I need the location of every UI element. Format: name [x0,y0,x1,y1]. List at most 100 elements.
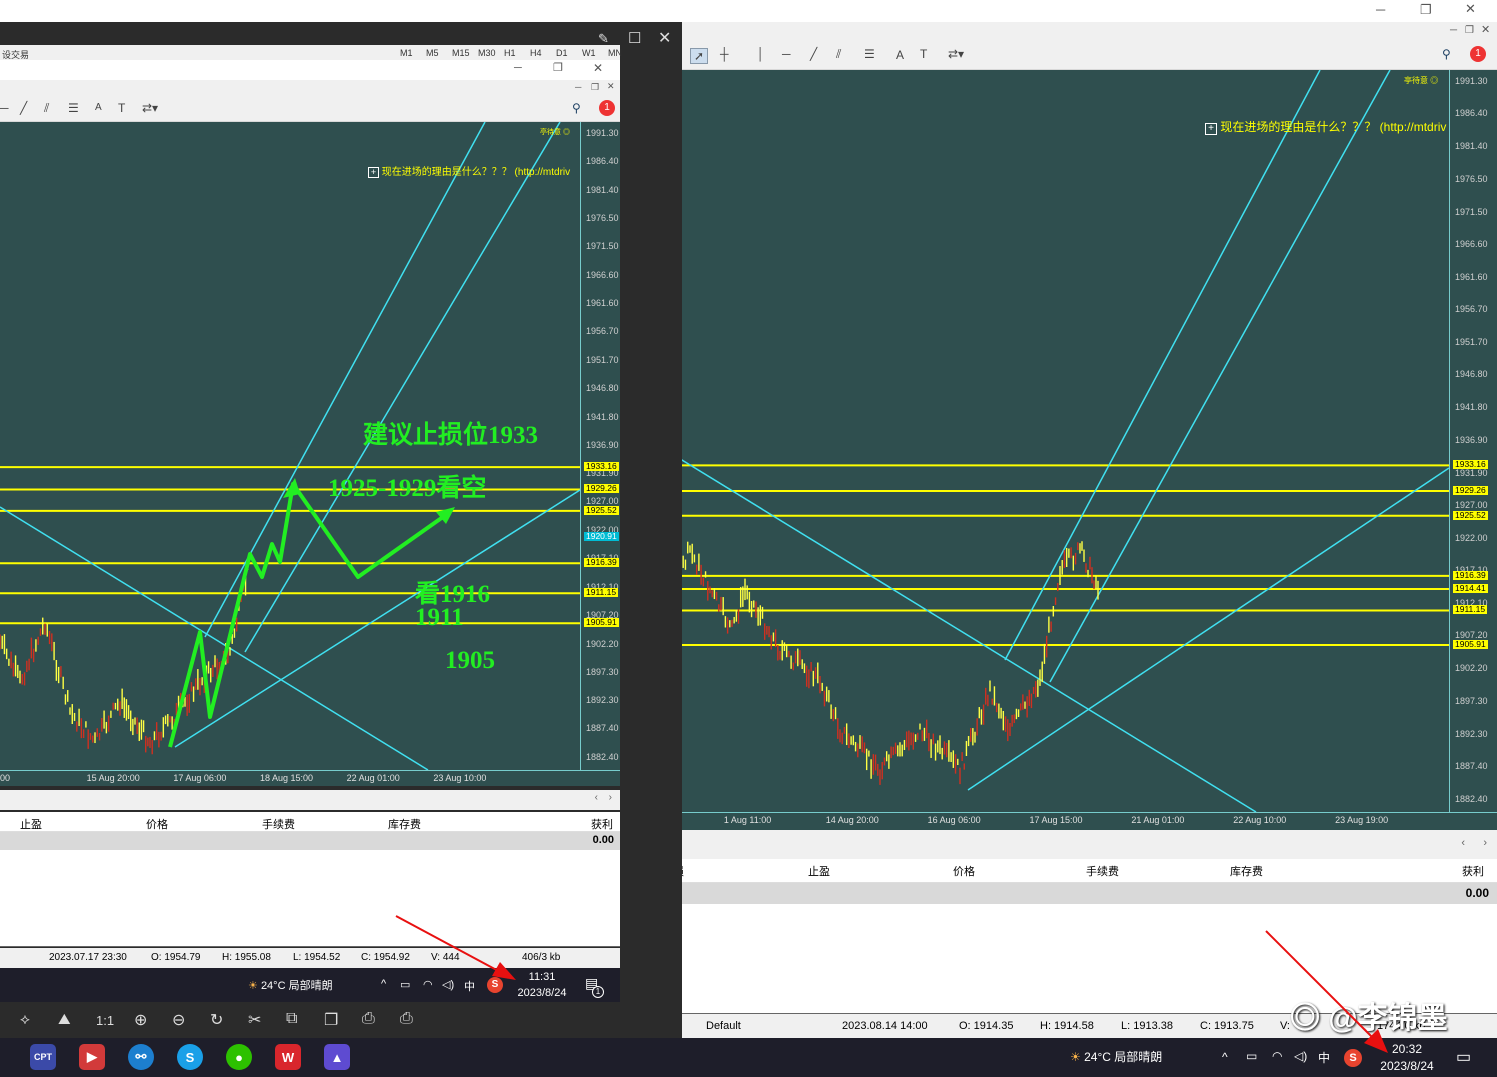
search-icon[interactable]: ⚲ [1442,47,1451,61]
viewer-save-icon[interactable]: ⎙ [362,1010,375,1028]
network-app-icon[interactable]: ⚯ [128,1044,154,1070]
right-oneclick-icon[interactable]: 亭待意 ◎ [1404,75,1438,86]
timeframe-button[interactable]: W1 [582,48,596,58]
terminal-column-header[interactable]: 手续费 [1086,863,1119,879]
expand-box-icon[interactable]: + [1205,123,1217,135]
price-level-tag: 1929.26 [1453,485,1488,496]
cursor-tool-icon[interactable]: ➚ [690,48,709,64]
terminal-column-header[interactable]: 价格 [146,816,168,832]
arrows-tool-icon[interactable]: ⇄▾ [948,47,964,61]
left-arrows-icon[interactable]: ⇄▾ [142,101,158,115]
viewer-edit-icon[interactable]: ✂ [248,1010,261,1030]
price-level-tag: 1925.52 [1453,509,1488,520]
weather-widget[interactable]: ☀ 24°C 局部晴朗 [1070,1048,1162,1065]
skype-app-icon[interactable]: S [177,1044,203,1070]
viewer-image-icon[interactable]: ⛰ [58,1011,71,1028]
vertical-line-icon[interactable]: │ [757,47,765,61]
left-label-icon[interactable]: T [118,101,125,115]
timeframe-button[interactable]: H4 [530,48,542,58]
text-label-icon[interactable]: T [920,47,927,61]
terminal-column-header[interactable]: 止盈 [20,816,42,832]
terminal-column-header[interactable]: 库存费 [1230,863,1263,879]
left-terminal-scrollbar[interactable]: ‹ › [0,790,620,810]
close-icon[interactable]: ✕ [1465,2,1476,15]
price-tick: 1897.30 [586,666,619,677]
price-level-tag: 1933.16 [1453,459,1488,470]
capture-maximize-icon[interactable]: ☐ [628,31,641,46]
timeframe-button[interactable]: M1 [400,48,413,58]
horizontal-line-icon[interactable]: ─ [782,47,791,61]
price-tick: 1981.40 [1455,141,1488,152]
viewer-compare-icon[interactable]: ⧉ [286,1010,297,1028]
left-search-icon[interactable]: ⚲ [572,101,581,115]
price-tick: 1971.50 [586,241,619,252]
timeframe-button[interactable]: M5 [426,48,439,58]
left-drawing-toolbar: ─ ╱ ⫽ ☰ A T ⇄▾ ⚲ 1 [0,96,620,122]
left-minimize-icon[interactable]: ─ [514,63,522,74]
left-notification-count: 1 [592,986,604,998]
left-restore-icon[interactable]: ❐ [553,63,563,74]
left-notification-badge[interactable]: 1 [599,100,615,116]
viewer-rotate-icon[interactable]: ↻ [210,1010,223,1030]
tray-chevron-icon[interactable]: ^ [1222,1050,1228,1064]
fibonacci-icon[interactable]: ☰ [864,47,875,61]
left-mdi-close-icon[interactable]: ✕ [607,82,615,91]
viewer-zoom-out-icon[interactable]: ⊖ [172,1010,185,1030]
timeframe-button[interactable]: H1 [504,48,516,58]
timeframe-button[interactable]: MN [608,48,622,58]
drawing-app-icon[interactable]: ▲ [324,1044,350,1070]
left-text-icon[interactable]: A [95,102,102,113]
price-tick: 1887.40 [1455,761,1488,772]
viewer-zoom-in-icon[interactable]: ⊕ [134,1010,147,1030]
terminal-column-header[interactable]: 止盈 [808,863,830,879]
viewer-copy-icon[interactable]: ❐ [324,1010,338,1030]
left-close-icon[interactable]: ✕ [593,62,603,74]
viewer-actual-size-icon[interactable]: 1:1 [96,1013,114,1028]
capture-close-icon[interactable]: ✕ [658,31,671,47]
left-trendline-icon[interactable]: ╱ [20,101,27,115]
viewer-print-icon[interactable]: ⎙ [400,1010,413,1028]
price-candles [620,482,1099,785]
time-tick: 14 Aug 20:00 [825,815,879,825]
left-hline-icon[interactable]: ─ [0,101,9,115]
terminal-column-header[interactable]: 库存费 [388,816,421,832]
left-expand-box-icon[interactable]: + [368,167,379,178]
text-tool-icon[interactable]: A [896,48,904,62]
wechat-app-icon[interactable]: ● [226,1044,252,1070]
wps-app-icon[interactable]: W [275,1044,301,1070]
cpt-app-icon[interactable]: CPT [30,1044,56,1070]
price-tick: 1882.40 [586,752,619,762]
left-mdi-minimize-icon[interactable]: ─ [575,83,581,92]
pin-icon[interactable]: ✎ [598,32,609,45]
minimize-icon[interactable]: ─ [1376,3,1385,16]
left-fibonacci-icon[interactable]: ☰ [68,101,79,115]
timeframe-button[interactable]: M30 [478,48,496,58]
terminal-column-header[interactable]: 手续费 [262,816,295,832]
battery-icon[interactable]: ▭ [1246,1049,1257,1063]
timeframe-button[interactable]: M15 [452,48,470,58]
terminal-column-header[interactable]: 价格 [953,863,975,879]
left-channel-icon[interactable]: ⫽ [44,101,49,116]
right-terminal-scrollbar[interactable]: ‹ › [682,833,1497,855]
notification-badge[interactable]: 1 [1470,46,1486,62]
mdi-close-icon[interactable]: ✕ [1481,25,1490,36]
left-weather-widget[interactable]: ☀ 24°C 局部晴朗 [248,977,333,993]
restore-icon[interactable]: ❐ [1420,3,1432,16]
price-tick: 1961.60 [1455,271,1488,282]
left-tray-chevron-icon[interactable]: ^ [381,978,386,990]
left-oneclick-icon[interactable]: 亭待意 ◎ [540,127,570,137]
channel-tool-icon[interactable]: ⫽ [836,47,841,62]
pdf-app-icon[interactable]: ▶ [79,1044,105,1070]
terminal-column-header[interactable]: 获利 [1462,863,1484,879]
timeframe-button[interactable]: D1 [556,48,568,58]
viewer-crop-icon[interactable]: ⟡ [20,1011,30,1028]
time-tick: 18 Aug 15:00 [260,773,314,783]
left-mdi-restore-icon[interactable]: ❐ [591,83,599,92]
mdi-minimize-icon[interactable]: ─ [1450,26,1457,36]
crosshair-tool-icon[interactable]: ┼ [720,47,729,61]
terminal-column-header[interactable]: 获利 [591,816,613,832]
trendline-icon[interactable]: ╱ [810,47,817,61]
notification-center-icon[interactable]: ▭ [1456,1047,1471,1067]
price-tick: 1892.30 [1455,728,1488,739]
mdi-restore-icon[interactable]: ❐ [1465,26,1474,36]
